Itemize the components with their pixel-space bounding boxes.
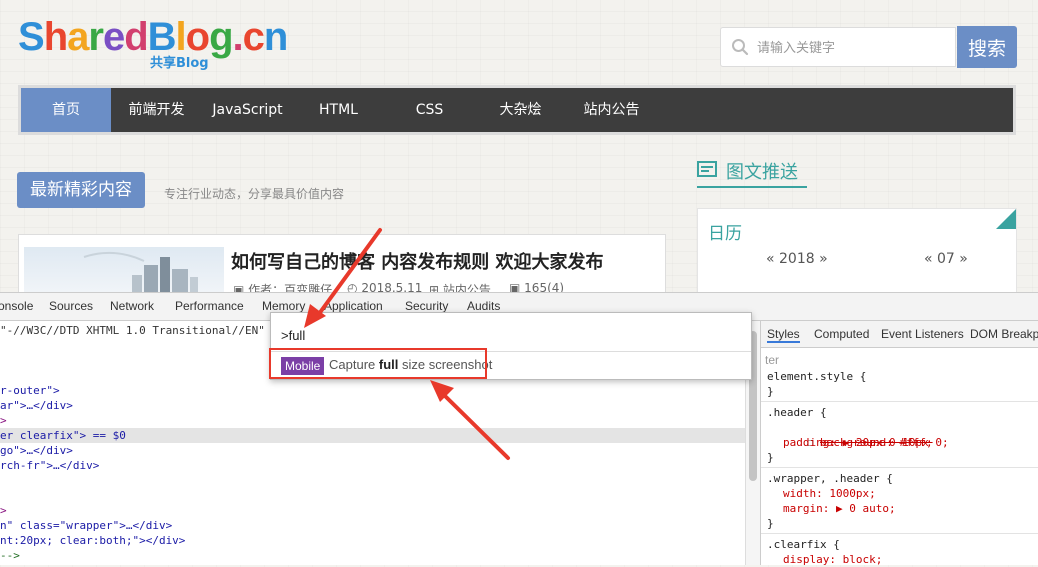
rule-declaration[interactable]: width: 1000px;: [783, 486, 876, 501]
code-text: >: [0, 504, 7, 517]
annotation-highlight-box: [269, 348, 487, 379]
search-input[interactable]: [755, 34, 949, 62]
calendar-title: 日历: [708, 224, 742, 244]
sidebar-heading-text: 图文推送: [726, 162, 798, 183]
tab-memory[interactable]: Memory: [262, 299, 305, 313]
tab-sources[interactable]: Sources: [49, 299, 93, 313]
tab-application[interactable]: Application: [324, 299, 383, 313]
code-line[interactable]: -->: [0, 548, 20, 563]
logo-subtitle: 共享Blog: [150, 56, 209, 71]
code-line[interactable]: r-outer">: [0, 383, 60, 398]
code-line[interactable]: "-//W3C//DTD XHTML 1.0 Transitional//EN": [0, 323, 265, 338]
code-text: rch-fr">…</div>: [0, 459, 100, 472]
tab-dom-breakpoints[interactable]: DOM Breakpoints: [970, 327, 1038, 341]
styles-tabbar: Styles Computed Event Listeners DOM Brea…: [761, 321, 1038, 348]
tab-console[interactable]: onsole: [0, 299, 33, 313]
code-line[interactable]: n" class="wrapper">…</div>: [0, 518, 172, 533]
command-input[interactable]: [279, 321, 743, 349]
rule-selector: .wrapper, .header {: [767, 472, 893, 485]
code-line-selected[interactable]: er clearfix"> == $0: [0, 428, 745, 443]
rule-declaration[interactable]: padding: ▶ 20px 0 10px 0;: [783, 435, 949, 450]
styles-pane: Styles Computed Event Listeners DOM Brea…: [760, 321, 1038, 567]
nav-item-html[interactable]: HTML: [293, 88, 384, 132]
declaration-text: padding: ▶ 20px 0 10px 0;: [783, 436, 949, 449]
code-text: r-outer">: [0, 384, 60, 397]
tab-styles[interactable]: Styles: [767, 327, 800, 343]
corner-ribbon-icon: [996, 209, 1016, 229]
declaration-text: display: block;: [783, 553, 883, 566]
code-line[interactable]: ar">…</div>: [0, 398, 73, 413]
code-line[interactable]: go">…</div>: [0, 443, 73, 458]
rule-brace: }: [767, 385, 774, 398]
nav-item-home[interactable]: 首页: [21, 88, 111, 132]
rule-brace: }: [767, 451, 774, 464]
article-title[interactable]: 如何写自己的博客 内容发布规则 欢迎大家发布: [231, 248, 604, 274]
section-title: 最新精彩内容: [17, 172, 145, 208]
calendar-widget: 日历 « 2018 » « 07 »: [697, 208, 1017, 298]
nav-item-css[interactable]: CSS: [384, 88, 475, 132]
tab-computed[interactable]: Computed: [814, 327, 869, 341]
code-line[interactable]: nt:20px; clear:both;"></div>: [0, 533, 185, 548]
styles-filter[interactable]: ter: [765, 353, 779, 367]
tab-performance[interactable]: Performance: [175, 299, 244, 313]
news-icon: [697, 161, 717, 177]
code-text: n" class="wrapper">…</div>: [0, 519, 173, 532]
rule-divider: [761, 401, 1038, 402]
tab-security[interactable]: Security: [405, 299, 448, 313]
code-line[interactable]: >: [0, 413, 7, 428]
code-text: -->: [0, 549, 20, 562]
code-text: nt:20px; clear:both;"></div>: [0, 534, 186, 547]
code-text: >: [0, 414, 7, 427]
search-button[interactable]: 搜索: [957, 26, 1017, 68]
article-card[interactable]: 如何写自己的博客 内容发布规则 欢迎大家发布 ▣ 作者：百变雕仔 ◴ 2018.…: [18, 234, 666, 294]
main-nav: 首页 前端开发 JavaScript HTML CSS 大杂烩 站内公告: [18, 85, 1016, 135]
code-text: ar">…</div>: [0, 399, 73, 412]
tab-audits[interactable]: Audits: [467, 299, 500, 313]
tab-network[interactable]: Network: [110, 299, 154, 313]
rule-selector: element.style {: [767, 370, 867, 383]
code-text: go">…</div>: [0, 444, 73, 457]
calendar-month-nav[interactable]: « 07 »: [924, 251, 968, 267]
rule-selector: .clearfix {: [767, 538, 840, 551]
declaration-text: width: 1000px;: [783, 487, 876, 500]
site-logo[interactable]: SharedBlog.cn 共享Blog: [18, 14, 308, 74]
search-icon: [732, 39, 749, 56]
declaration-text: margin: ▶ 0 auto;: [783, 502, 896, 515]
calendar-year-nav[interactable]: « 2018 »: [766, 251, 828, 267]
nav-item-javascript[interactable]: JavaScript: [202, 88, 293, 132]
code-line[interactable]: rch-fr">…</div>: [0, 458, 99, 473]
nav-item-announcements[interactable]: 站内公告: [566, 88, 657, 132]
nav-item-misc[interactable]: 大杂烩: [475, 88, 566, 132]
nav-item-frontend[interactable]: 前端开发: [111, 88, 202, 132]
rule-divider: [761, 533, 1038, 534]
rule-declaration[interactable]: margin: ▶ 0 auto;: [783, 501, 896, 516]
code-text: er clearfix"> == $0: [0, 429, 126, 442]
rule-selector: .header {: [767, 406, 827, 419]
rule-declaration[interactable]: display: block;: [783, 552, 882, 567]
rule-divider: [761, 467, 1038, 468]
sidebar-heading: 图文推送: [697, 158, 807, 188]
rule-brace: }: [767, 517, 774, 530]
search-box: [720, 27, 956, 67]
article-thumbnail[interactable]: [24, 247, 224, 293]
section-subtitle: 专注行业动态，分享最具价值内容: [164, 187, 345, 201]
tab-event-listeners[interactable]: Event Listeners: [881, 327, 964, 341]
code-line[interactable]: >: [0, 503, 7, 518]
city-illustration: [83, 251, 198, 293]
